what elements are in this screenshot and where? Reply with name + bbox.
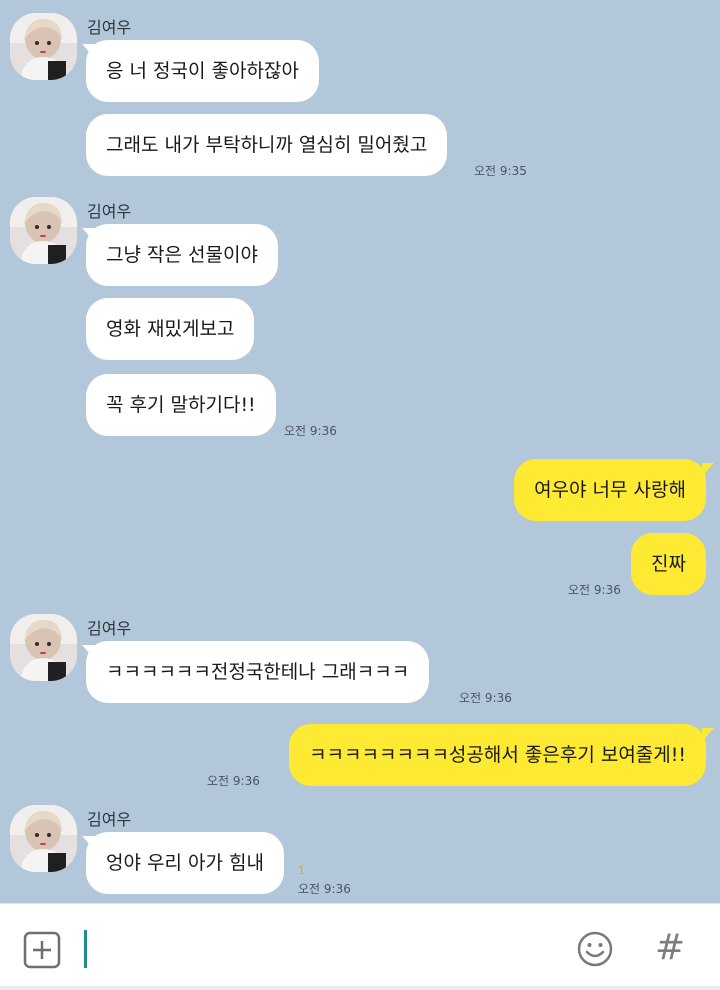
message-bubble-outgoing[interactable]: ㅋㅋㅋㅋㅋㅋㅋㅋ성공해서 좋은후기 보여줄게!!	[289, 724, 706, 786]
emoji-button[interactable]	[576, 930, 614, 968]
message-bubble[interactable]: 그래도 내가 부탁하니까 열심히 밀어줬고	[86, 114, 448, 176]
unread-count: 1	[298, 864, 305, 877]
contact-avatar[interactable]	[10, 614, 77, 681]
message-input-cursor[interactable]	[84, 930, 87, 968]
bubble-tail	[702, 463, 714, 477]
message-time: 오전 9:36	[298, 882, 351, 896]
sender-name: 김여우	[87, 619, 132, 638]
avatar-photo	[10, 197, 77, 264]
chat-area[interactable]: 김여우 응 너 정국이 좋아하잖아 그래도 내가 부탁하니까 열심히 밀어줬고 …	[0, 0, 720, 903]
message-bubble[interactable]: 꼭 후기 말하기다!!	[86, 374, 276, 436]
message-time: 오전 9:36	[284, 424, 337, 438]
smiley-icon	[577, 931, 613, 967]
avatar-photo	[10, 805, 77, 872]
bubble-tail	[702, 728, 714, 742]
message-bubble-outgoing[interactable]: 진짜	[631, 533, 706, 595]
message-bubble-outgoing[interactable]: 여우야 너무 사랑해	[514, 459, 706, 521]
sender-name: 김여우	[87, 202, 132, 221]
message-input-bar: #	[0, 903, 720, 990]
attach-button[interactable]	[23, 931, 61, 969]
message-time: 오전 9:36	[568, 583, 621, 597]
contact-avatar[interactable]	[10, 197, 77, 264]
message-bubble[interactable]: 엉야 우리 아가 힘내	[86, 832, 284, 894]
hashtag-search-button[interactable]: #	[655, 928, 685, 968]
avatar-photo	[10, 13, 77, 80]
message-bubble[interactable]: 영화 재밌게보고	[86, 298, 255, 360]
message-bubble[interactable]: 응 너 정국이 좋아하잖아	[86, 40, 319, 102]
message-time: 오전 9:36	[459, 691, 512, 705]
message-time: 오전 9:36	[207, 774, 260, 788]
sender-name: 김여우	[87, 810, 132, 829]
bottom-divider	[0, 986, 720, 990]
plus-square-icon	[23, 931, 61, 969]
message-bubble[interactable]: ㅋㅋㅋㅋㅋㅋ전정국한테나 그래ㅋㅋㅋ	[86, 641, 430, 703]
contact-avatar[interactable]	[10, 13, 77, 80]
contact-avatar[interactable]	[10, 805, 77, 872]
sender-name: 김여우	[87, 18, 132, 37]
message-bubble[interactable]: 그냥 작은 선물이야	[86, 224, 278, 286]
avatar-photo	[10, 614, 77, 681]
message-time: 오전 9:35	[474, 164, 527, 178]
